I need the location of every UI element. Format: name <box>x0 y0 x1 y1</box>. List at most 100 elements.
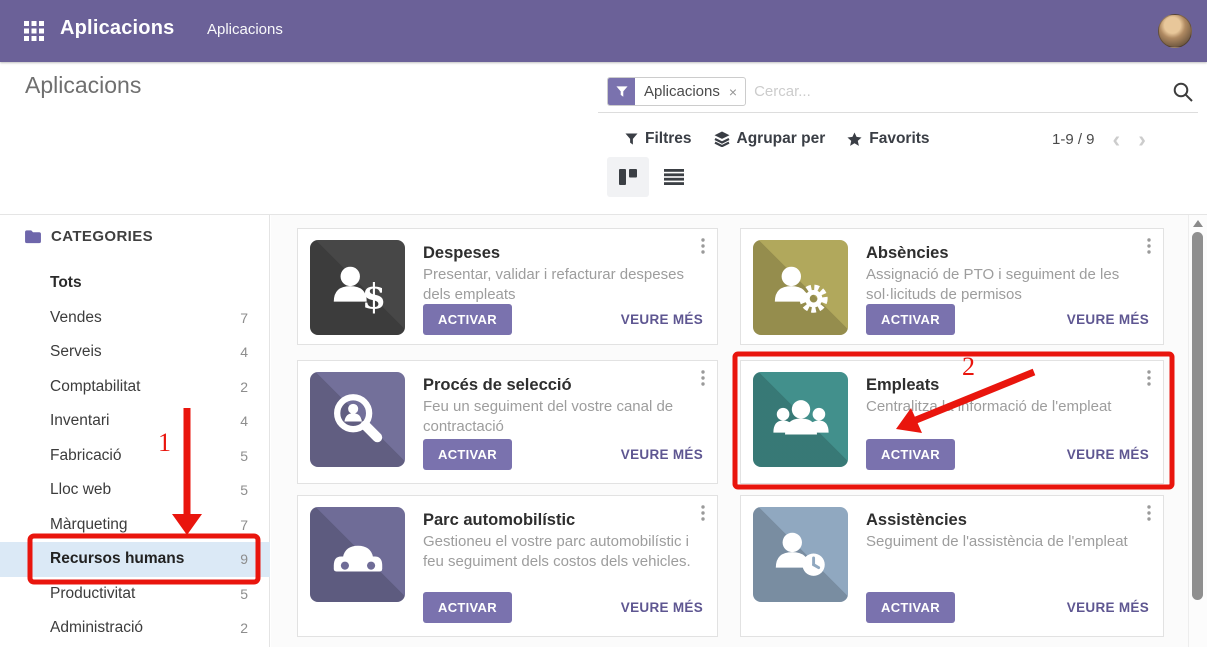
sidebar-category-count: 5 <box>240 586 248 602</box>
categories-sidebar: CATEGORIES Tots Vendes 7 Serveis 4 Compt… <box>0 215 270 647</box>
search-facet: Aplicacions × <box>607 77 746 106</box>
activate-button[interactable]: ACTIVAR <box>866 439 955 470</box>
sidebar-category-recursos-humans[interactable]: Recursos humans 9 <box>0 542 270 577</box>
sidebar-category-comptabilitat[interactable]: Comptabilitat 2 <box>0 370 270 405</box>
sidebar-category-count: 4 <box>240 413 248 429</box>
sidebar-category-count: 7 <box>240 517 248 533</box>
kebab-menu-icon[interactable] <box>701 370 705 386</box>
star-icon <box>847 132 862 147</box>
app-card-title: Parc automobilístic <box>423 509 705 531</box>
scrollbar-thumb[interactable] <box>1192 232 1203 600</box>
sidebar-category-count: 5 <box>240 448 248 464</box>
view-switcher <box>607 157 695 197</box>
sidebar-category-lloc-web[interactable]: Lloc web 5 <box>0 473 270 508</box>
app-title: Aplicacions <box>60 17 174 40</box>
list-view-button[interactable] <box>653 157 695 197</box>
search-bar[interactable]: Aplicacions × <box>598 71 1198 113</box>
app-card-description: Centralitza la informació de l'empleat <box>866 397 1151 417</box>
search-icon[interactable] <box>1173 82 1193 102</box>
veure-mes-link[interactable]: VEURE MÉS <box>1067 600 1149 615</box>
sidebar-category-count: 9 <box>240 551 248 567</box>
kebab-menu-icon[interactable] <box>1147 238 1151 254</box>
pager-prev-button[interactable]: ‹ <box>1113 129 1121 149</box>
sidebar-category-label: Màrqueting <box>50 516 240 534</box>
app-card: $ Despeses Presentar, validar i refactur… <box>297 228 718 345</box>
app-card-title: Assistències <box>866 509 1151 531</box>
categories-header-label: CATEGORIES <box>51 228 153 245</box>
sidebar-category-tots[interactable]: Tots <box>0 266 270 301</box>
sidebar-category-serveis[interactable]: Serveis 4 <box>0 335 270 370</box>
app-card-body: Empleats Centralitza la informació de l'… <box>866 372 1151 471</box>
app-card-description: Seguiment de l'assistència de l'empleat <box>866 532 1151 552</box>
sidebar-category-administració[interactable]: Administració 2 <box>0 611 270 646</box>
activate-button[interactable]: ACTIVAR <box>866 304 955 335</box>
activate-button[interactable]: ACTIVAR <box>423 304 512 335</box>
app-card: Absències Assignació de PTO i seguiment … <box>740 228 1164 345</box>
kebab-menu-icon[interactable] <box>701 238 705 254</box>
app-card-description: Feu un seguiment del vostre canal de con… <box>423 397 705 436</box>
sidebar-category-inventari[interactable]: Inventari 4 <box>0 404 270 439</box>
app-card-footer: ACTIVAR VEURE MÉS <box>866 304 1151 336</box>
sidebar-category-vendes[interactable]: Vendes 7 <box>0 301 270 336</box>
veure-mes-link[interactable]: VEURE MÉS <box>1067 447 1149 462</box>
filters-button[interactable]: Filtres <box>625 130 692 148</box>
app-card-title: Procés de selecció <box>423 374 705 396</box>
sidebar-category-productivitat[interactable]: Productivitat 5 <box>0 577 270 612</box>
app-card-title: Empleats <box>866 374 1151 396</box>
veure-mes-link[interactable]: VEURE MÉS <box>621 312 703 327</box>
group-by-button[interactable]: Agrupar per <box>714 130 826 148</box>
sidebar-category-label: Serveis <box>50 343 240 361</box>
app-card-body: Absències Assignació de PTO i seguiment … <box>866 240 1151 332</box>
menu-item-aplicacions[interactable]: Aplicacions <box>207 21 283 38</box>
pager: 1-9 / 9 ‹ › <box>1052 126 1146 152</box>
app-card-body: Procés de selecció Feu un seguiment del … <box>423 372 705 471</box>
group-by-label: Agrupar per <box>737 130 826 148</box>
svg-text:$: $ <box>361 276 385 317</box>
user-avatar[interactable] <box>1158 14 1192 48</box>
veure-mes-link[interactable]: VEURE MÉS <box>621 600 703 615</box>
employees-group-icon <box>753 372 848 467</box>
sidebar-category-label: Vendes <box>50 309 240 327</box>
kebab-menu-icon[interactable] <box>1147 370 1151 386</box>
pager-next-button[interactable]: › <box>1138 129 1146 149</box>
page-title: Aplicacions <box>25 72 141 99</box>
kanban-view-icon <box>618 168 638 186</box>
sidebar-category-label: Tots <box>50 274 248 292</box>
app-card-body: Parc automobilístic Gestioneu el vostre … <box>423 507 705 624</box>
sidebar-category-count: 2 <box>240 620 248 636</box>
search-input[interactable] <box>754 83 1173 100</box>
filters-label: Filtres <box>645 130 692 148</box>
sidebar-category-label: Lloc web <box>50 481 240 499</box>
veure-mes-link[interactable]: VEURE MÉS <box>621 447 703 462</box>
activate-button[interactable]: ACTIVAR <box>866 592 955 623</box>
scrollbar[interactable] <box>1188 215 1207 647</box>
app-card: Procés de selecció Feu un seguiment del … <box>297 360 718 484</box>
apps-grid-menu-icon[interactable] <box>24 21 44 41</box>
sidebar-category-màrqueting[interactable]: Màrqueting 7 <box>0 508 270 543</box>
activate-button[interactable]: ACTIVAR <box>423 592 512 623</box>
sidebar-category-count: 2 <box>240 379 248 395</box>
kebab-menu-icon[interactable] <box>701 505 705 521</box>
kanban-view-button[interactable] <box>607 157 649 197</box>
top-navbar: Aplicacions Aplicacions <box>0 0 1207 62</box>
sidebar-category-label: Inventari <box>50 412 240 430</box>
timeoff-person-gear-icon <box>753 240 848 335</box>
veure-mes-link[interactable]: VEURE MÉS <box>1067 312 1149 327</box>
filters-funnel-icon <box>625 133 638 146</box>
kebab-menu-icon[interactable] <box>1147 505 1151 521</box>
favorites-button[interactable]: Favorits <box>847 130 929 148</box>
sidebar-category-fabricació[interactable]: Fabricació 5 <box>0 439 270 474</box>
activate-button[interactable]: ACTIVAR <box>423 439 512 470</box>
folder-icon <box>24 229 42 244</box>
facet-remove-button[interactable]: × <box>727 84 745 100</box>
app-card-footer: ACTIVAR VEURE MÉS <box>423 592 705 624</box>
categories-header: CATEGORIES <box>24 228 153 245</box>
scrollbar-up-arrow[interactable] <box>1193 220 1203 227</box>
app-card-footer: ACTIVAR VEURE MÉS <box>866 592 1151 624</box>
sidebar-category-label: Productivitat <box>50 585 240 603</box>
app-card: Parc automobilístic Gestioneu el vostre … <box>297 495 718 637</box>
categories-list: Tots Vendes 7 Serveis 4 Comptabilitat 2 … <box>0 266 270 646</box>
sidebar-category-label: Fabricació <box>50 447 240 465</box>
app-card-footer: ACTIVAR VEURE MÉS <box>423 304 705 336</box>
filter-funnel-icon <box>608 77 635 106</box>
